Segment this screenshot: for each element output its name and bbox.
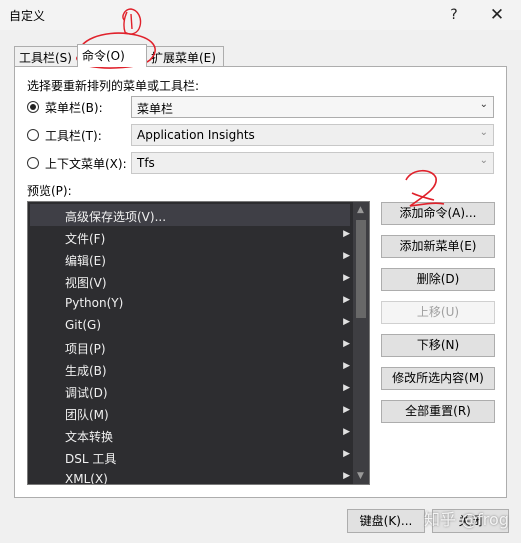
scroll-down-icon[interactable]: ▼	[357, 471, 364, 481]
list-item-label: XML(X)	[65, 472, 108, 485]
list-item-label: 文本转换	[65, 430, 114, 444]
context-menu-radio[interactable]	[27, 157, 39, 169]
chevron-down-icon: ⌄	[479, 99, 488, 110]
list-item[interactable]: DSL 工具 ▶	[30, 446, 350, 468]
menubar-select-value: 菜单栏	[137, 102, 174, 116]
context-menu-label: 上下文菜单(X):	[45, 157, 127, 171]
list-item[interactable]: 团队(M) ▶	[30, 402, 350, 424]
delete-button[interactable]: 删除(D)	[381, 268, 495, 291]
title-bar: 自定义 ? ✕	[0, 0, 521, 30]
list-item-label: 调试(D)	[65, 386, 108, 400]
triangle-right-icon: ▶	[343, 383, 350, 393]
triangle-right-icon: ▶	[343, 229, 350, 239]
triangle-right-icon: ▶	[343, 405, 350, 415]
tab-toolbars[interactable]: 工具栏(S)	[14, 46, 78, 66]
context-menu-select[interactable]: Tfs ⌄	[131, 152, 494, 174]
preview-list[interactable]: 高级保存选项(V)... 文件(F) ▶ 编辑(E) ▶ 视图(V) ▶ Python…	[27, 201, 370, 485]
help-button[interactable]: ?	[440, 4, 468, 26]
list-item[interactable]: 生成(B) ▶	[30, 358, 350, 380]
list-item[interactable]: 视图(V) ▶	[30, 270, 350, 292]
list-item-label: 视图(V)	[65, 276, 107, 290]
list-item-label: 文件(F)	[65, 232, 106, 246]
close-window-button[interactable]: ✕	[483, 4, 511, 26]
move-up-button[interactable]: 上移(U)	[381, 301, 495, 324]
toolbar-label: 工具栏(T):	[45, 129, 102, 143]
toolbar-radio[interactable]	[27, 129, 39, 141]
list-item[interactable]: 编辑(E) ▶	[30, 248, 350, 270]
list-item[interactable]: 高级保存选项(V)...	[30, 204, 350, 226]
window-title: 自定义	[9, 9, 46, 23]
chevron-down-icon: ⌄	[479, 127, 488, 138]
list-item-label: 团队(M)	[65, 408, 109, 422]
list-item[interactable]: XML(X) ▶	[30, 468, 350, 485]
modify-selection-button[interactable]: 修改所选内容(M)	[381, 367, 495, 390]
list-item[interactable]: 文本转换 ▶	[30, 424, 350, 446]
tab-commands[interactable]: 命令(O)	[77, 44, 147, 67]
triangle-right-icon: ▶	[343, 471, 350, 481]
list-item-label: 生成(B)	[65, 364, 107, 378]
list-item[interactable]: 文件(F) ▶	[30, 226, 350, 248]
list-item-label: Python(Y)	[65, 296, 124, 310]
toolbar-select[interactable]: Application Insights ⌄	[131, 124, 494, 146]
chevron-down-icon: ⌄	[479, 155, 488, 166]
list-item-label: DSL 工具	[65, 452, 117, 466]
choose-prompt: 选择要重新排列的菜单或工具栏:	[27, 79, 200, 93]
list-scrollbar[interactable]: ▲ ▼	[353, 202, 369, 484]
triangle-right-icon: ▶	[343, 317, 350, 327]
preview-label: 预览(P):	[27, 184, 72, 198]
add-command-button[interactable]: 添加命令(A)...	[381, 202, 495, 225]
context-menu-select-value: Tfs	[137, 156, 155, 170]
reset-all-button[interactable]: 全部重置(R)	[381, 400, 495, 423]
close-button[interactable]: 关闭	[432, 509, 509, 533]
menubar-select[interactable]: 菜单栏 ⌄	[131, 96, 494, 118]
menubar-radio[interactable]	[27, 101, 39, 113]
list-item[interactable]: Python(Y) ▶	[30, 292, 350, 314]
list-item-label: 编辑(E)	[65, 254, 106, 268]
add-new-menu-button[interactable]: 添加新菜单(E)	[381, 235, 495, 258]
tab-extension-menus[interactable]: 扩展菜单(E)	[146, 46, 224, 66]
triangle-right-icon: ▶	[343, 273, 350, 283]
list-item[interactable]: 项目(P) ▶	[30, 336, 350, 358]
triangle-right-icon: ▶	[343, 339, 350, 349]
list-item-label: 项目(P)	[65, 342, 106, 356]
list-item-label: Git(G)	[65, 318, 101, 332]
triangle-right-icon: ▶	[343, 361, 350, 371]
list-item-label: 高级保存选项(V)...	[65, 210, 167, 224]
scroll-up-icon[interactable]: ▲	[357, 205, 364, 215]
list-item[interactable]: 调试(D) ▶	[30, 380, 350, 402]
list-item[interactable]: Git(G) ▶	[30, 314, 350, 336]
triangle-right-icon: ▶	[343, 295, 350, 305]
triangle-right-icon: ▶	[343, 251, 350, 261]
move-down-button[interactable]: 下移(N)	[381, 334, 495, 357]
scrollbar-thumb[interactable]	[356, 220, 366, 318]
keyboard-button[interactable]: 键盘(K)...	[347, 509, 425, 533]
triangle-right-icon: ▶	[343, 427, 350, 437]
triangle-right-icon: ▶	[343, 449, 350, 459]
toolbar-select-value: Application Insights	[137, 128, 255, 142]
menubar-label: 菜单栏(B):	[45, 101, 103, 115]
